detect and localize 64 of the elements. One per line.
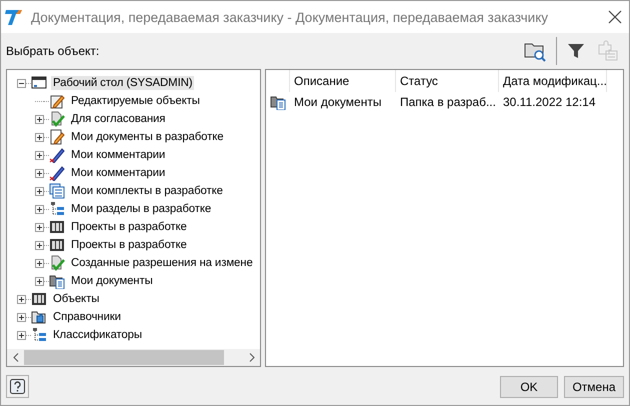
puzzle-icon bbox=[596, 39, 620, 63]
folder-document-icon bbox=[49, 273, 65, 289]
column-header[interactable]: Описание bbox=[290, 70, 396, 92]
checkmark-document-icon bbox=[49, 111, 65, 127]
window-title: Документация, передаваемая заказчику - Документация, передаваемая заказчику bbox=[31, 10, 550, 24]
cancel-button[interactable]: Отмена bbox=[564, 376, 624, 398]
list-cell-text: Мои документы bbox=[293, 95, 382, 109]
tree-item[interactable]: Мои разделы в разработке bbox=[69, 202, 214, 216]
list-cell-text: Папка в разраб... bbox=[399, 95, 497, 109]
tree-item[interactable]: Редактируемые объекты bbox=[69, 94, 202, 108]
folder-puzzle-icon bbox=[31, 309, 47, 325]
tree-item[interactable]: Справочники bbox=[51, 310, 123, 324]
pencil-icon bbox=[49, 165, 65, 181]
expand-toggle[interactable] bbox=[35, 240, 44, 250]
scroll-left-icon[interactable] bbox=[12, 353, 18, 362]
tree-item[interactable]: Рабочий стол (SYSADMIN) bbox=[51, 76, 194, 90]
hierarchy-icon bbox=[49, 201, 65, 217]
app-logo-icon bbox=[5, 8, 23, 26]
expand-toggle[interactable] bbox=[17, 78, 26, 88]
tree-item[interactable]: Для согласования bbox=[69, 112, 168, 126]
pencil-icon bbox=[49, 147, 65, 163]
expand-toggle[interactable] bbox=[17, 330, 26, 340]
expand-toggle[interactable] bbox=[35, 186, 44, 196]
tree-item[interactable]: Объекты bbox=[51, 292, 102, 306]
expand-toggle[interactable] bbox=[35, 258, 44, 268]
tree-item[interactable]: Мои документы bbox=[69, 274, 155, 288]
tree-item[interactable]: Мои комментарии bbox=[69, 148, 168, 162]
books-icon bbox=[49, 219, 65, 235]
tree-item[interactable]: Мои документы в разработке bbox=[69, 130, 226, 144]
expand-toggle[interactable] bbox=[35, 204, 44, 214]
prompt-label: Выбрать объект: bbox=[6, 44, 100, 58]
close-icon[interactable] bbox=[607, 9, 623, 25]
checkmark-document-icon bbox=[49, 255, 65, 271]
tree-item[interactable]: Мои комплекты в разработке bbox=[69, 184, 225, 198]
expand-toggle[interactable] bbox=[35, 132, 44, 142]
expand-toggle[interactable] bbox=[35, 150, 44, 160]
tree-item[interactable]: Проекты в разработке bbox=[69, 220, 189, 234]
column-header[interactable]: Дата модификац... bbox=[499, 70, 607, 92]
hierarchy-icon bbox=[31, 327, 47, 343]
books-icon bbox=[49, 237, 65, 253]
expand-toggle[interactable] bbox=[35, 276, 44, 286]
horizontal-scrollbar[interactable] bbox=[7, 349, 260, 366]
folder-document-icon bbox=[270, 94, 286, 110]
column-header[interactable]: Статус bbox=[396, 70, 499, 92]
books-icon bbox=[31, 291, 47, 307]
pencil-document-icon bbox=[49, 129, 65, 145]
tree-item[interactable]: Мои комментарии bbox=[69, 166, 168, 180]
expand-toggle[interactable] bbox=[35, 168, 44, 178]
expand-toggle[interactable] bbox=[35, 114, 44, 124]
list-row[interactable]: Мои документы Папка в разраб... 30.11.2022 12:14 bbox=[266, 92, 623, 112]
tree-item[interactable]: Проекты в разработке bbox=[69, 238, 189, 252]
stacked-documents-icon bbox=[49, 183, 65, 199]
help-button[interactable] bbox=[6, 375, 29, 398]
expand-toggle[interactable] bbox=[17, 312, 26, 322]
scroll-right-icon[interactable] bbox=[248, 353, 254, 362]
expand-toggle[interactable] bbox=[17, 294, 26, 304]
desktop-icon bbox=[31, 75, 47, 91]
pencil-document-icon bbox=[49, 93, 65, 109]
tree-item[interactable]: Классификаторы bbox=[51, 328, 144, 342]
list-cell-text: 30.11.2022 12:14 bbox=[502, 95, 597, 109]
ok-button[interactable]: OK bbox=[500, 376, 558, 398]
expand-toggle[interactable] bbox=[35, 222, 44, 232]
funnel-icon bbox=[566, 41, 586, 61]
tree-item[interactable]: Созданные разрешения на измене bbox=[69, 256, 255, 270]
